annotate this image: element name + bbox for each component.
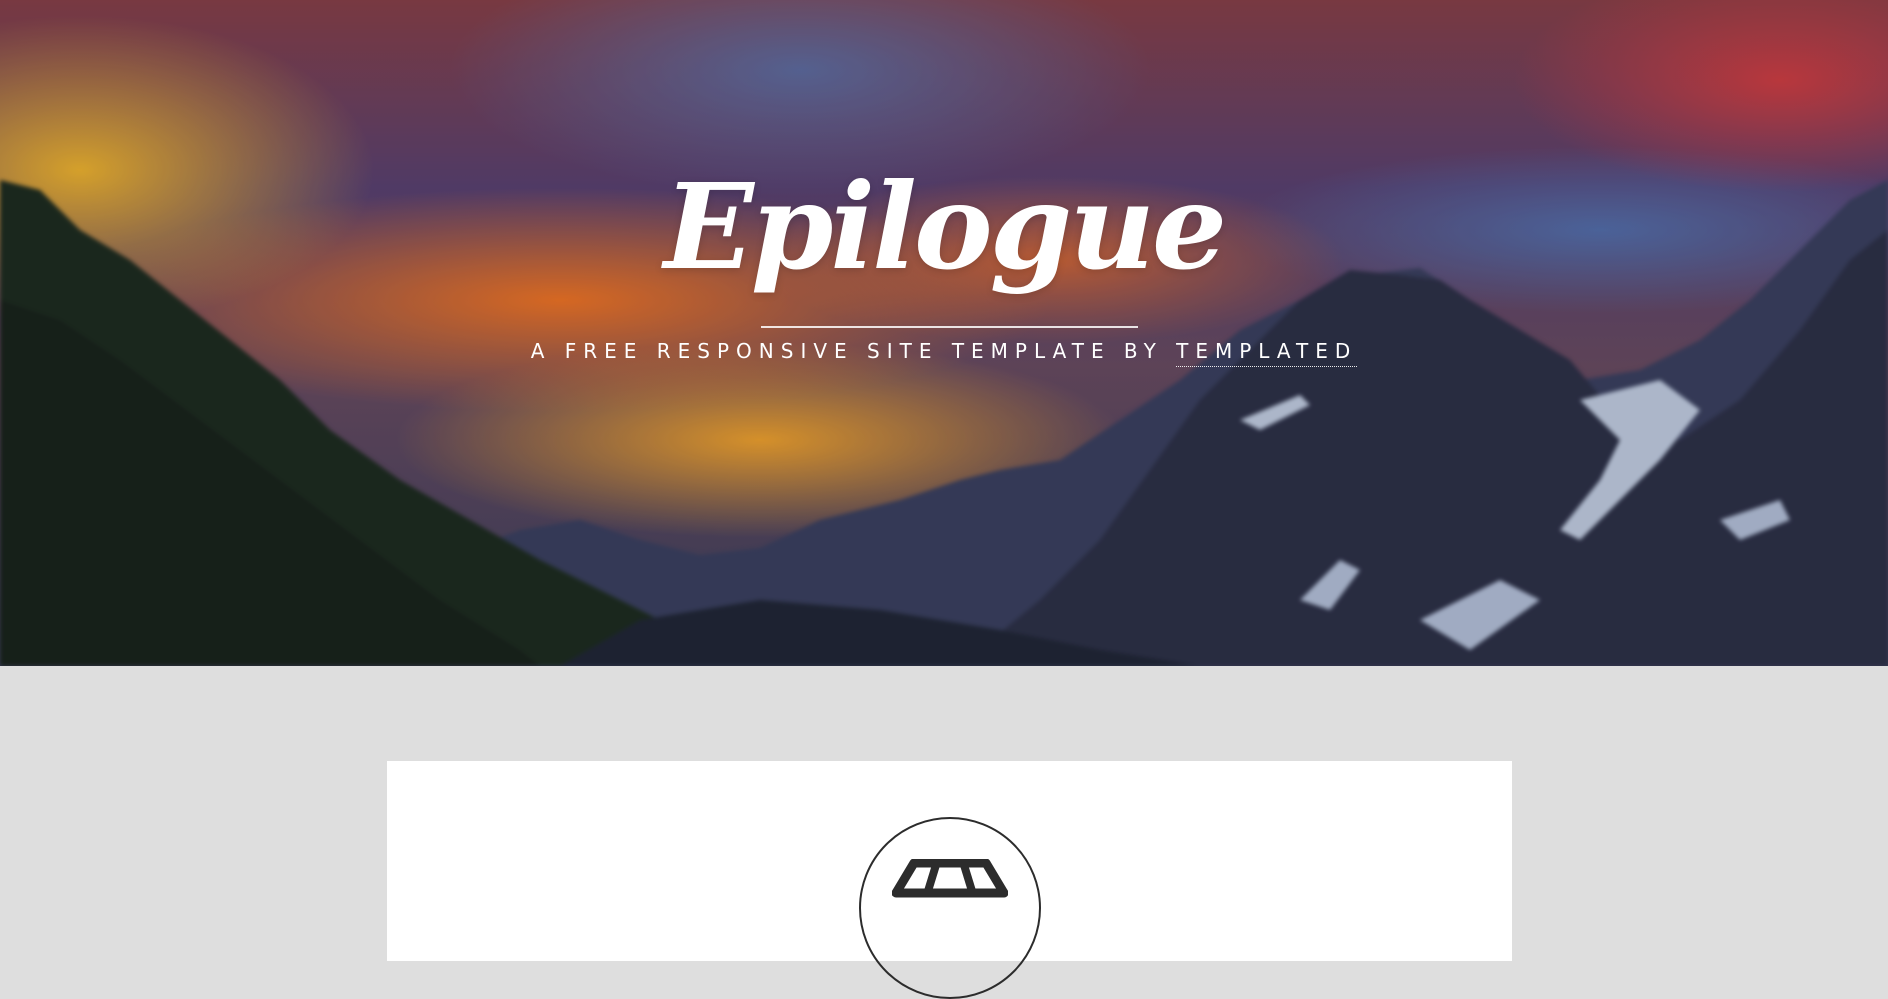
title-divider xyxy=(761,326,1138,328)
road-icon xyxy=(859,817,1041,999)
banner: Epilogue A FREE RESPONSIVE SITE TEMPLATE… xyxy=(0,0,1888,666)
templated-link[interactable]: TEMPLATED xyxy=(1176,339,1358,367)
site-logo-title[interactable]: Epilogue xyxy=(0,168,1888,286)
road-icon-glyph xyxy=(892,859,1008,898)
main-content-box xyxy=(387,761,1512,999)
tagline-text: A FREE RESPONSIVE SITE TEMPLATE BY xyxy=(530,339,1177,363)
site-tagline: A FREE RESPONSIVE SITE TEMPLATE BY TEMPL… xyxy=(0,339,1888,367)
